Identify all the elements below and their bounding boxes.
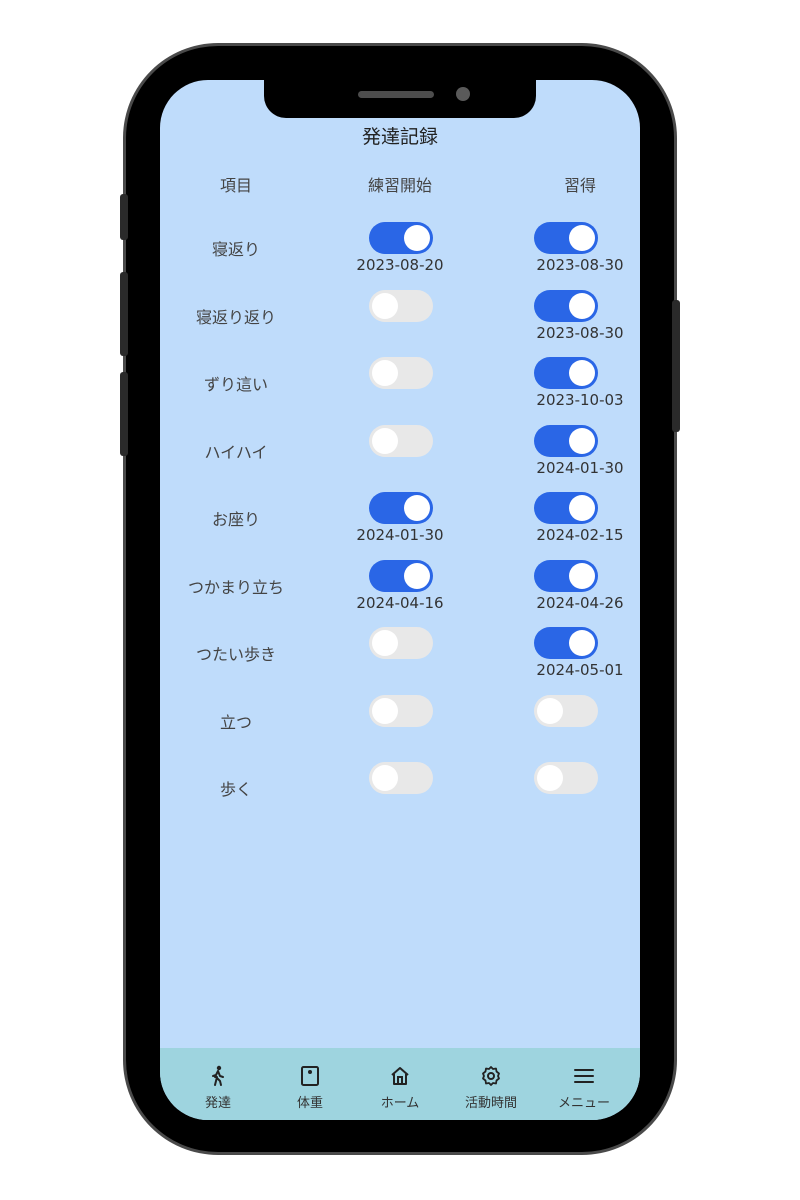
toggle-knob [372, 630, 398, 656]
acquired-date: 2024-04-26 [536, 594, 624, 612]
nav-item-menu[interactable]: メニュー [536, 1064, 632, 1111]
page-title: 発達記録 [361, 126, 438, 148]
acquired-toggle[interactable] [534, 222, 598, 254]
toggle-knob [404, 495, 430, 521]
toggle-knob [569, 428, 595, 454]
milestone-label: 歩く [219, 780, 252, 799]
phone-volume-up [120, 272, 128, 356]
practice-toggle[interactable] [369, 492, 433, 524]
toggle-knob [569, 563, 595, 589]
toggle-knob [372, 293, 398, 319]
acquired-toggle[interactable] [534, 762, 598, 794]
nav-item-home[interactable]: ホーム [352, 1064, 448, 1111]
toggle-knob [372, 698, 398, 724]
toggle-knob [569, 630, 595, 656]
toggle-knob [372, 428, 398, 454]
practice-toggle[interactable] [369, 560, 433, 592]
gear-icon [482, 1066, 500, 1086]
toggle-knob [569, 360, 595, 386]
phone-silent-switch [120, 194, 128, 240]
practice-toggle[interactable] [369, 627, 433, 659]
toggle-knob [569, 225, 595, 251]
acquired-date: 2024-01-30 [536, 459, 624, 477]
column-header-item: 項目 [219, 176, 252, 195]
acquired-toggle[interactable] [534, 627, 598, 659]
walking-person-icon [212, 1065, 224, 1086]
home-icon [391, 1067, 409, 1085]
acquired-date: 2024-02-15 [536, 526, 624, 544]
milestone-label: 立つ [219, 713, 252, 732]
bottom-navigation: 発達 体重 ホーム 活動時間 メニュー [160, 1048, 640, 1120]
milestone-label: お座り [211, 510, 260, 529]
acquired-toggle[interactable] [534, 425, 598, 457]
scale-icon [301, 1066, 319, 1086]
acquired-toggle[interactable] [534, 560, 598, 592]
nav-item-development[interactable]: 発達 [170, 1064, 266, 1111]
toggle-knob [537, 698, 563, 724]
practice-date: 2024-04-16 [356, 594, 444, 612]
toggle-knob [372, 765, 398, 791]
app-screen: 発達記録 項目 練習開始 習得 寝返り 2023-08-20 2023-08-30 寝… [160, 80, 640, 1120]
milestone-label: ハイハイ [204, 443, 268, 462]
toggle-knob [372, 360, 398, 386]
column-header-acquired: 習得 [563, 176, 596, 195]
milestone-label: 寝返り [211, 240, 260, 259]
nav-label-activity-time: 活動時間 [464, 1096, 517, 1111]
toggle-knob [404, 225, 430, 251]
phone-speaker [358, 91, 434, 98]
practice-toggle[interactable] [369, 357, 433, 389]
column-header-practice: 練習開始 [367, 176, 432, 195]
nav-item-weight[interactable]: 体重 [262, 1064, 358, 1111]
milestone-label: つたい歩き [195, 645, 276, 664]
acquired-toggle[interactable] [534, 357, 598, 389]
acquired-date: 2023-08-30 [536, 256, 624, 274]
milestone-label: つかまり立ち [187, 578, 284, 597]
toggle-knob [537, 765, 563, 791]
practice-toggle[interactable] [369, 290, 433, 322]
acquired-toggle[interactable] [534, 290, 598, 322]
acquired-toggle[interactable] [534, 695, 598, 727]
acquired-toggle[interactable] [534, 492, 598, 524]
milestone-label: 寝返り返り [195, 308, 276, 327]
practice-toggle[interactable] [369, 762, 433, 794]
nav-label-development: 発達 [204, 1096, 231, 1111]
practice-date: 2024-01-30 [356, 526, 444, 544]
acquired-date: 2024-05-01 [536, 661, 624, 679]
menu-icon [574, 1069, 594, 1083]
toggle-knob [569, 495, 595, 521]
nav-item-activity-time[interactable]: 活動時間 [443, 1064, 539, 1111]
phone-camera [456, 87, 470, 101]
phone-power-button [672, 300, 680, 432]
practice-toggle[interactable] [369, 222, 433, 254]
acquired-date: 2023-08-30 [536, 324, 624, 342]
nav-label-weight: 体重 [296, 1096, 323, 1111]
milestone-label: ずり這い [203, 375, 268, 394]
toggle-knob [404, 563, 430, 589]
nav-label-home: ホーム [380, 1096, 420, 1111]
nav-label-menu: メニュー [557, 1096, 610, 1111]
phone-volume-down [120, 372, 128, 456]
acquired-date: 2023-10-03 [536, 391, 624, 409]
phone-notch [264, 78, 536, 118]
practice-toggle[interactable] [369, 425, 433, 457]
practice-date: 2023-08-20 [356, 256, 444, 274]
practice-toggle[interactable] [369, 695, 433, 727]
toggle-knob [569, 293, 595, 319]
